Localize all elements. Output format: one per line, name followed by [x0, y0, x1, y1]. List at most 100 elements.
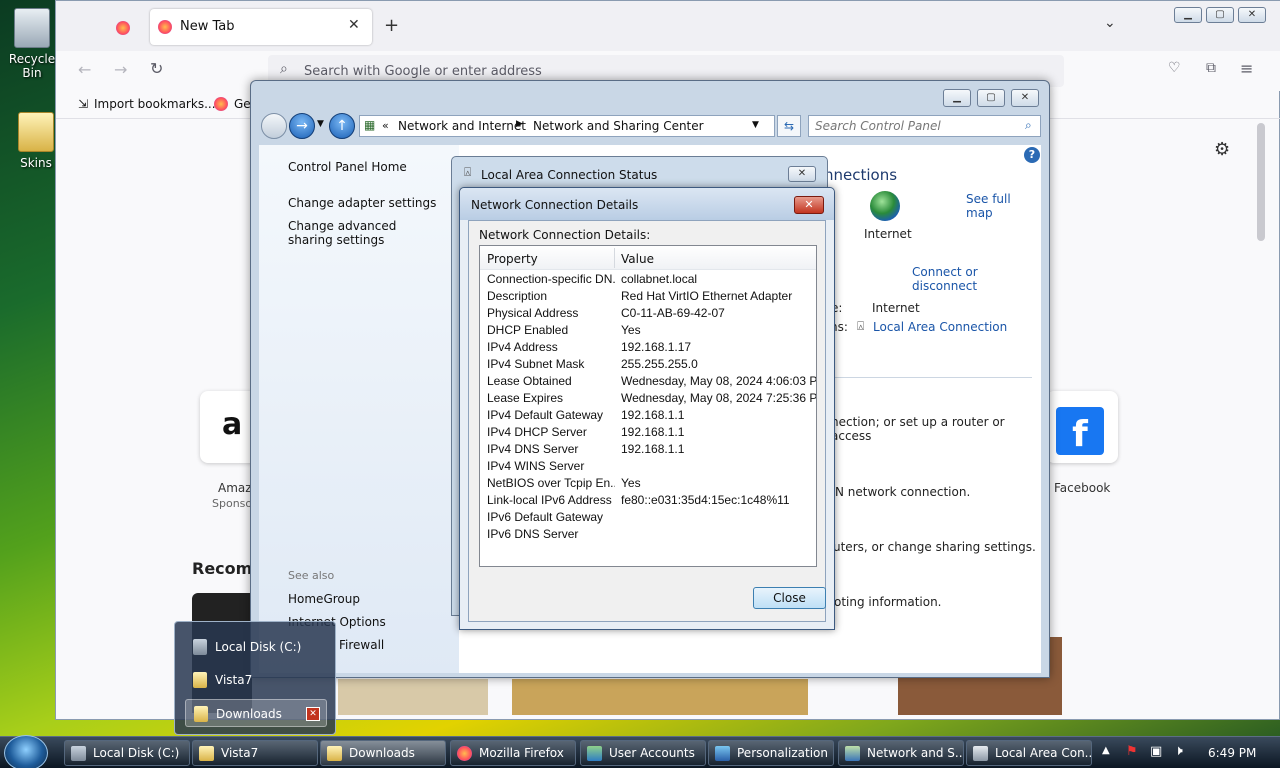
table-row[interactable]: Description Red Hat VirtIO Ethernet Adapt… [480, 289, 816, 306]
table-row[interactable]: Lease Obtained Wednesday, May 08, 2024 4:… [480, 374, 816, 391]
cp-maximize-button[interactable]: ▢ [977, 89, 1005, 107]
breadcrumb-bar[interactable]: ▦ « Network and Internet ▶ Network and S… [359, 115, 775, 137]
lac-close-button[interactable]: ✕ [788, 166, 816, 182]
table-row[interactable]: IPv6 Default Gateway [480, 510, 816, 527]
firefox-view-icon[interactable] [116, 21, 130, 35]
start-button[interactable] [4, 735, 48, 768]
refresh-button[interactable]: ⇆ [777, 115, 801, 137]
up-icon[interactable]: ↑ [329, 113, 355, 139]
control-panel-icon: ▦ [364, 118, 376, 132]
connect-disconnect-link[interactable]: Connect or disconnect [912, 265, 1041, 293]
new-tab-icon[interactable]: + [384, 15, 399, 36]
jumplist-item-local-disk[interactable]: Local Disk (C:) [185, 633, 327, 661]
table-row[interactable]: IPv4 Subnet Mask 255.255.255.0 [480, 357, 816, 374]
homegroup-link[interactable]: HomeGroup [288, 592, 360, 606]
scrollbar-thumb[interactable] [1257, 123, 1265, 241]
cp-close-button[interactable]: ✕ [1011, 89, 1039, 107]
clock[interactable]: 6:49 PM [1208, 746, 1256, 760]
drive-icon [193, 639, 207, 655]
close-button[interactable]: Close [753, 587, 826, 609]
search-icon: ⌕ [280, 61, 288, 77]
control-panel-home-link[interactable]: Control Panel Home [288, 160, 407, 174]
table-row[interactable]: NetBIOS over Tcpip En... Yes [480, 476, 816, 493]
jumplist-item-downloads[interactable]: Downloads ✕ [185, 699, 327, 727]
taskbar-network-sharing[interactable]: Network and S... [838, 740, 964, 766]
taskbar-vista7[interactable]: Vista7 [192, 740, 318, 766]
close-icon[interactable]: ✕ [306, 707, 320, 721]
property-cell: IPv4 DHCP Server [487, 425, 587, 439]
breadcrumb-network-internet[interactable]: Network and Internet [398, 119, 526, 133]
taskbar-personalization[interactable]: Personalization [708, 740, 834, 766]
section-heading: nnections [824, 166, 898, 184]
table-row[interactable]: IPv6 DNS Server [480, 527, 816, 544]
network-tray-icon[interactable]: ▣ [1150, 744, 1162, 759]
table-row[interactable]: IPv4 DHCP Server 192.168.1.1 [480, 425, 816, 442]
story-thumbnail[interactable] [512, 679, 808, 715]
table-row[interactable]: Physical Address C0-11-AB-69-42-07 [480, 306, 816, 323]
firewall-link[interactable]: Firewall [339, 638, 384, 652]
table-row[interactable]: IPv4 DNS Server 192.168.1.1 [480, 442, 816, 459]
pocket-icon[interactable]: ♡ [1168, 60, 1181, 76]
shortcut-facebook[interactable]: f [1046, 391, 1118, 463]
task-description: oting information. [834, 595, 942, 609]
access-type-value: Internet [872, 301, 920, 315]
change-adapter-settings-link[interactable]: Change adapter settings [288, 196, 436, 210]
network-icon [845, 746, 860, 761]
taskbar-local-area-connection[interactable]: Local Area Con... [966, 740, 1092, 766]
action-center-icon[interactable]: ⚑ [1126, 744, 1138, 759]
table-row[interactable]: IPv4 WINS Server [480, 459, 816, 476]
table-row[interactable]: IPv4 Default Gateway 192.168.1.1 [480, 408, 816, 425]
details-listview[interactable]: Property Value Connection-specific DN...… [479, 245, 817, 567]
extensions-icon[interactable]: ⧉ [1206, 60, 1216, 76]
forward-icon[interactable]: → [289, 113, 315, 139]
search-control-panel-input[interactable]: Search Control Panel ⌕ [808, 115, 1041, 137]
change-advanced-sharing-link[interactable]: Change advanced sharing settings [288, 219, 438, 247]
breadcrumb-chevron-icon: « [382, 119, 389, 132]
table-row[interactable]: Connection-specific DN... collabnet.local [480, 272, 816, 289]
ff-close-button[interactable]: ✕ [1238, 7, 1266, 23]
gear-icon[interactable]: ⚙ [1214, 139, 1230, 160]
list-tabs-icon[interactable]: ⌄ [1104, 15, 1116, 31]
back-icon[interactable]: ← [78, 60, 91, 79]
menu-icon[interactable]: ≡ [1240, 59, 1253, 78]
jumplist-item-vista7[interactable]: Vista7 [185, 666, 327, 694]
import-icon: ⇲ [78, 97, 89, 111]
bookmark-import[interactable]: Import bookmarks... [94, 97, 216, 111]
facebook-logo-icon: f [1056, 407, 1104, 455]
value-cell: Wednesday, May 08, 2024 4:06:03 PM [621, 374, 817, 388]
column-header-property[interactable]: Property [487, 252, 538, 266]
column-divider[interactable] [614, 248, 615, 268]
property-cell: IPv4 Address [487, 340, 558, 354]
table-row[interactable]: IPv4 Address 192.168.1.17 [480, 340, 816, 357]
desktop-icon-recycle-bin[interactable]: Recycle Bin [4, 8, 60, 80]
local-area-connection-link[interactable]: Local Area Connection [873, 320, 1007, 334]
value-cell: 192.168.1.1 [621, 442, 685, 456]
dropdown-arrow-icon[interactable]: ▼ [752, 120, 759, 130]
cp-minimize-button[interactable]: ▁ [943, 89, 971, 107]
back-icon[interactable] [261, 113, 287, 139]
reload-icon[interactable]: ↻ [150, 59, 163, 78]
dialog-close-button[interactable]: ✕ [794, 196, 824, 214]
column-header-value[interactable]: Value [621, 252, 654, 266]
taskbar-downloads[interactable]: Downloads [320, 740, 446, 766]
taskbar-label: Network and S... [867, 746, 964, 760]
tab-new-tab[interactable]: New Tab ✕ [150, 9, 372, 45]
story-thumbnail[interactable] [338, 679, 488, 715]
breadcrumb-sharing-center[interactable]: Network and Sharing Center [533, 119, 704, 133]
ff-maximize-button[interactable]: ▢ [1206, 7, 1234, 23]
taskbar-firefox[interactable]: Mozilla Firefox [450, 740, 576, 766]
recent-pages-icon[interactable]: ▼ [317, 119, 324, 129]
ff-minimize-button[interactable]: ▁ [1174, 7, 1202, 23]
taskbar-user-accounts[interactable]: User Accounts [580, 740, 706, 766]
table-row[interactable]: Lease Expires Wednesday, May 08, 2024 7:2… [480, 391, 816, 408]
taskbar-local-disk[interactable]: Local Disk (C:) [64, 740, 190, 766]
table-row[interactable]: DHCP Enabled Yes [480, 323, 816, 340]
show-hidden-icons-icon[interactable]: ▲ [1102, 745, 1110, 756]
volume-muted-icon[interactable]: 🕨 [1174, 743, 1183, 759]
table-row[interactable]: Link-local IPv6 Address fe80::e031:35d4:1… [480, 493, 816, 510]
see-full-map-link[interactable]: See full map [966, 192, 1041, 220]
forward-icon[interactable]: → [114, 60, 127, 79]
property-cell: IPv4 WINS Server [487, 459, 585, 473]
help-icon[interactable]: ? [1024, 147, 1040, 163]
close-tab-icon[interactable]: ✕ [348, 17, 360, 33]
